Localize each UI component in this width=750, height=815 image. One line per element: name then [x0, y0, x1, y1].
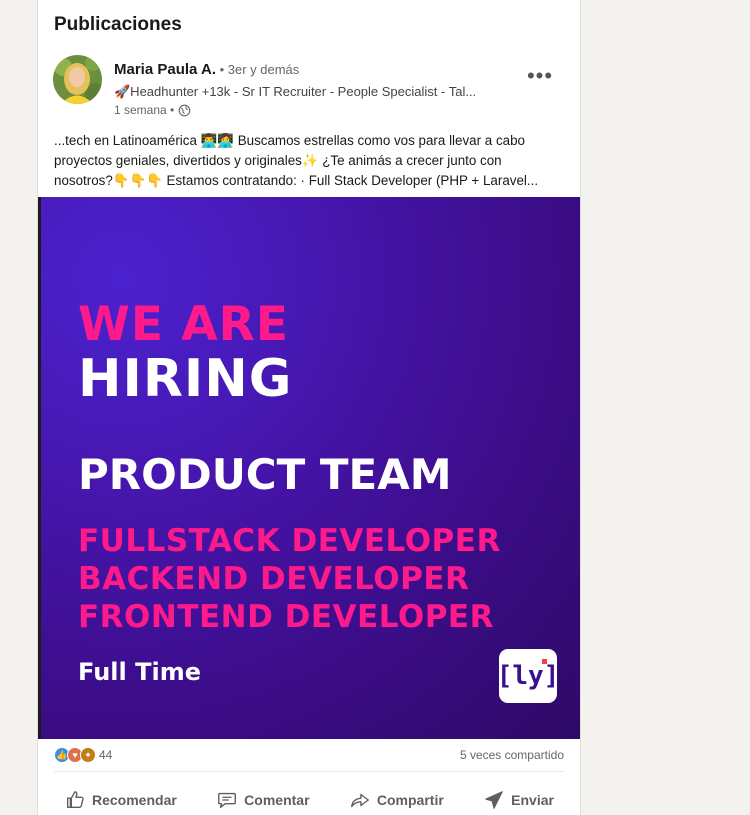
thumbs-up-icon [66, 791, 84, 809]
share-button[interactable]: Compartir [339, 785, 454, 815]
ly-logo: [ly] [496, 649, 560, 703]
share-arrow-icon [350, 793, 369, 808]
reaction-icons: 👍 ♥ ✦ [54, 747, 96, 763]
feed-card: Publicaciones Maria Paula A. • 3er y dem… [37, 0, 581, 815]
reaction-count[interactable]: 44 [99, 748, 112, 762]
post-time: 1 semana • [114, 103, 175, 117]
comment-label: Comentar [244, 792, 310, 808]
section-title: Publicaciones [54, 14, 182, 35]
logo-dot [542, 659, 547, 664]
more-options-button[interactable]: ••• [526, 62, 554, 90]
globe-icon [178, 104, 191, 116]
post-text: ...tech en Latinoamérica 👨‍💻👩‍💻 Buscamos… [54, 133, 539, 188]
like-label: Recomendar [92, 792, 177, 808]
ly-logo-text: [ly] [496, 661, 560, 691]
divider [54, 771, 564, 772]
send-icon [485, 791, 503, 809]
image-full-time: Full Time [78, 658, 201, 686]
comment-button[interactable]: Comentar [206, 785, 319, 815]
image-product-team: PRODUCT TEAM [78, 450, 452, 499]
image-role: BACKEND DEVELOPER [78, 561, 470, 597]
social-counts: 👍 ♥ ✦ 44 5 veces compartido [54, 747, 564, 763]
share-label: Compartir [376, 792, 444, 808]
comment-icon [218, 792, 237, 809]
author-headline: 🚀Headhunter +13k - Sr IT Recruiter - Peo… [114, 84, 477, 99]
post-image[interactable]: WE ARE HIRING PRODUCT TEAM FULLSTACK DEV… [38, 197, 580, 739]
image-line-hiring: HIRING [78, 349, 293, 409]
image-line-we-are: WE ARE [78, 297, 289, 352]
like-button[interactable]: Recomendar [54, 785, 187, 815]
author-name[interactable]: Maria Paula A. [114, 61, 216, 78]
author-avatar[interactable] [53, 55, 102, 104]
insightful-reaction-icon: ✦ [80, 747, 96, 763]
reactions-summary[interactable]: 👍 ♥ ✦ 44 [54, 747, 112, 763]
connection-degree: • 3er y demás [215, 62, 300, 77]
send-button[interactable]: Enviar [473, 785, 564, 815]
send-label: Enviar [511, 792, 554, 808]
post-actions: Recomendar Comentar Compartir Enviar [54, 785, 564, 815]
share-count[interactable]: 5 veces compartido [460, 748, 564, 762]
avatar-photo [53, 55, 102, 104]
author-row: Maria Paula A. • 3er y demás [114, 61, 299, 78]
image-role: FRONTEND DEVELOPER [78, 599, 494, 635]
post-meta: 1 semana • [114, 103, 191, 117]
image-role: FULLSTACK DEVELOPER [78, 523, 501, 559]
